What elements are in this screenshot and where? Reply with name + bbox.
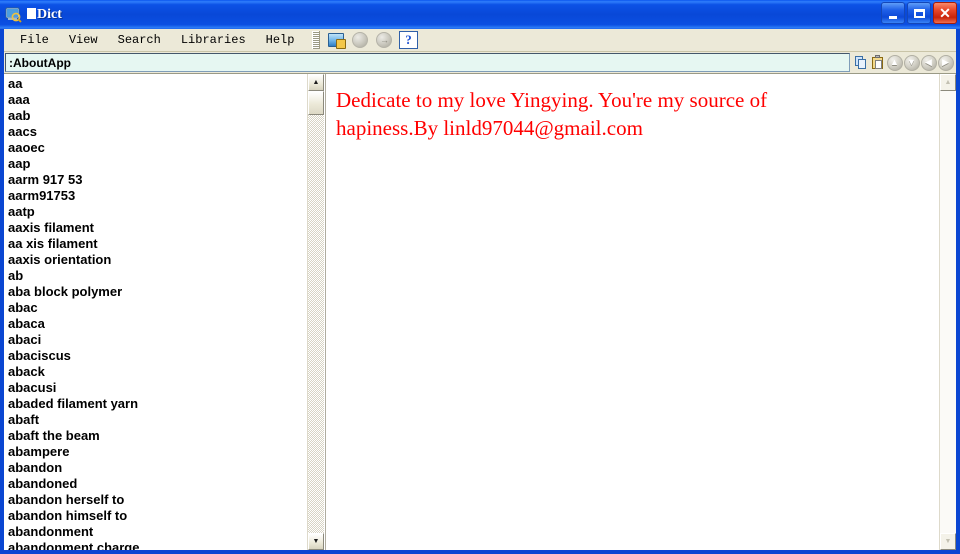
- paste-icon: [871, 55, 884, 69]
- list-item[interactable]: abandonment: [8, 524, 307, 540]
- list-item[interactable]: aaoec: [8, 140, 307, 156]
- close-button[interactable]: ✕: [933, 2, 957, 24]
- list-item[interactable]: aa xis filament: [8, 236, 307, 252]
- list-item[interactable]: abaft the beam: [8, 428, 307, 444]
- content-scrollbar[interactable]: ▲ ▼: [939, 74, 956, 550]
- window-title: Dict: [27, 7, 62, 23]
- content-pane: Dedicate to my love Yingying. You're my …: [325, 74, 956, 550]
- word-list-pane: aa aaa aab aacs aaoec aap aarm 917 53 aarm91753…: [4, 74, 325, 550]
- scrollbar-thumb[interactable]: [308, 91, 324, 115]
- toolbar-disabled-button-1: [349, 30, 371, 50]
- arrow-up-icon: ▲: [886, 54, 903, 71]
- maximize-button[interactable]: [907, 2, 931, 24]
- window-title-text: Dict: [37, 6, 62, 22]
- menu-search[interactable]: Search: [108, 31, 171, 49]
- toolbar-help-button[interactable]: ?: [397, 30, 419, 50]
- client-area: aa aaa aab aacs aaoec aap aarm 917 53 aarm91753…: [4, 74, 956, 550]
- list-item[interactable]: aab: [8, 108, 307, 124]
- arrow-right-circle-icon: →: [376, 32, 393, 48]
- toolbar-disabled-button-2: →: [373, 30, 395, 50]
- toolbar-grip[interactable]: [312, 31, 321, 49]
- list-item[interactable]: aarm 917 53: [8, 172, 307, 188]
- list-item[interactable]: aaxis filament: [8, 220, 307, 236]
- help-question-icon: ?: [398, 31, 418, 49]
- list-item[interactable]: abaft: [8, 412, 307, 428]
- scroll-down-button[interactable]: ▼: [903, 54, 920, 72]
- about-text: Dedicate to my love Yingying. You're my …: [336, 88, 768, 140]
- close-icon: ✕: [939, 5, 951, 21]
- list-item[interactable]: abandon himself to: [8, 508, 307, 524]
- content-scrollbar-up-arrow[interactable]: ▲: [940, 74, 956, 91]
- list-item[interactable]: abaded filament yarn: [8, 396, 307, 412]
- list-item[interactable]: aarm91753: [8, 188, 307, 204]
- content-scrollbar-down-arrow[interactable]: ▼: [940, 533, 956, 550]
- back-button[interactable]: ◀: [920, 54, 937, 72]
- list-item[interactable]: abandon: [8, 460, 307, 476]
- list-item[interactable]: ab: [8, 268, 307, 284]
- list-item[interactable]: aback: [8, 364, 307, 380]
- list-item[interactable]: abaci: [8, 332, 307, 348]
- arrow-right-icon: ▶: [937, 54, 954, 71]
- copy-icon: [854, 56, 867, 69]
- maximize-icon: [913, 8, 925, 18]
- list-item[interactable]: aaxis orientation: [8, 252, 307, 268]
- minimize-icon: [889, 15, 897, 19]
- menu-file[interactable]: File: [10, 31, 59, 49]
- toolbar-monitor-button[interactable]: [325, 30, 347, 50]
- address-bar-buttons: ▲ ▼ ◀ ▶: [850, 52, 956, 73]
- list-item[interactable]: abandoned: [8, 476, 307, 492]
- scrollbar-track[interactable]: [308, 91, 324, 533]
- content-body: Dedicate to my love Yingying. You're my …: [326, 74, 939, 550]
- dictionary-app-icon: [5, 6, 22, 23]
- list-item[interactable]: abac: [8, 300, 307, 316]
- scrollbar-up-arrow[interactable]: ▲: [308, 74, 324, 91]
- menu-bar: File View Search Libraries Help → ?: [4, 29, 956, 52]
- content-scrollbar-track[interactable]: [940, 91, 956, 533]
- copy-button[interactable]: [852, 54, 869, 72]
- list-item[interactable]: abampere: [8, 444, 307, 460]
- list-item[interactable]: aaa: [8, 92, 307, 108]
- menu-help[interactable]: Help: [256, 31, 305, 49]
- list-item[interactable]: abacusi: [8, 380, 307, 396]
- window-controls: ✕: [881, 2, 957, 24]
- scroll-up-button[interactable]: ▲: [886, 54, 903, 72]
- list-item[interactable]: abaciscus: [8, 348, 307, 364]
- list-item[interactable]: abaca: [8, 316, 307, 332]
- forward-button[interactable]: ▶: [937, 54, 954, 72]
- word-list[interactable]: aa aaa aab aacs aaoec aap aarm 917 53 aarm91753…: [4, 74, 307, 550]
- menu-view[interactable]: View: [59, 31, 108, 49]
- list-item[interactable]: aba block polymer: [8, 284, 307, 300]
- circle-icon: [352, 32, 369, 48]
- arrow-left-icon: ◀: [920, 54, 937, 71]
- address-bar: :AboutApp ▲ ▼ ◀ ▶: [4, 52, 956, 74]
- menu-libraries[interactable]: Libraries: [171, 31, 256, 49]
- list-item[interactable]: abandon herself to: [8, 492, 307, 508]
- paste-button[interactable]: [869, 54, 886, 72]
- list-item[interactable]: aa: [8, 76, 307, 92]
- scrollbar-down-arrow[interactable]: ▼: [308, 533, 324, 550]
- list-item[interactable]: abandonment charge: [8, 540, 307, 550]
- search-input[interactable]: :AboutApp: [5, 53, 850, 72]
- app-window: Dict ✕ File View Search Libraries Help →…: [0, 0, 960, 554]
- list-item[interactable]: aatp: [8, 204, 307, 220]
- word-list-scrollbar[interactable]: ▲ ▼: [307, 74, 324, 550]
- arrow-down-icon: ▼: [903, 54, 920, 71]
- list-item[interactable]: aacs: [8, 124, 307, 140]
- monitor-icon: [328, 33, 347, 49]
- title-bar: Dict ✕: [0, 0, 960, 29]
- list-item[interactable]: aap: [8, 156, 307, 172]
- missing-glyph-icon: [27, 7, 36, 19]
- minimize-button[interactable]: [881, 2, 905, 24]
